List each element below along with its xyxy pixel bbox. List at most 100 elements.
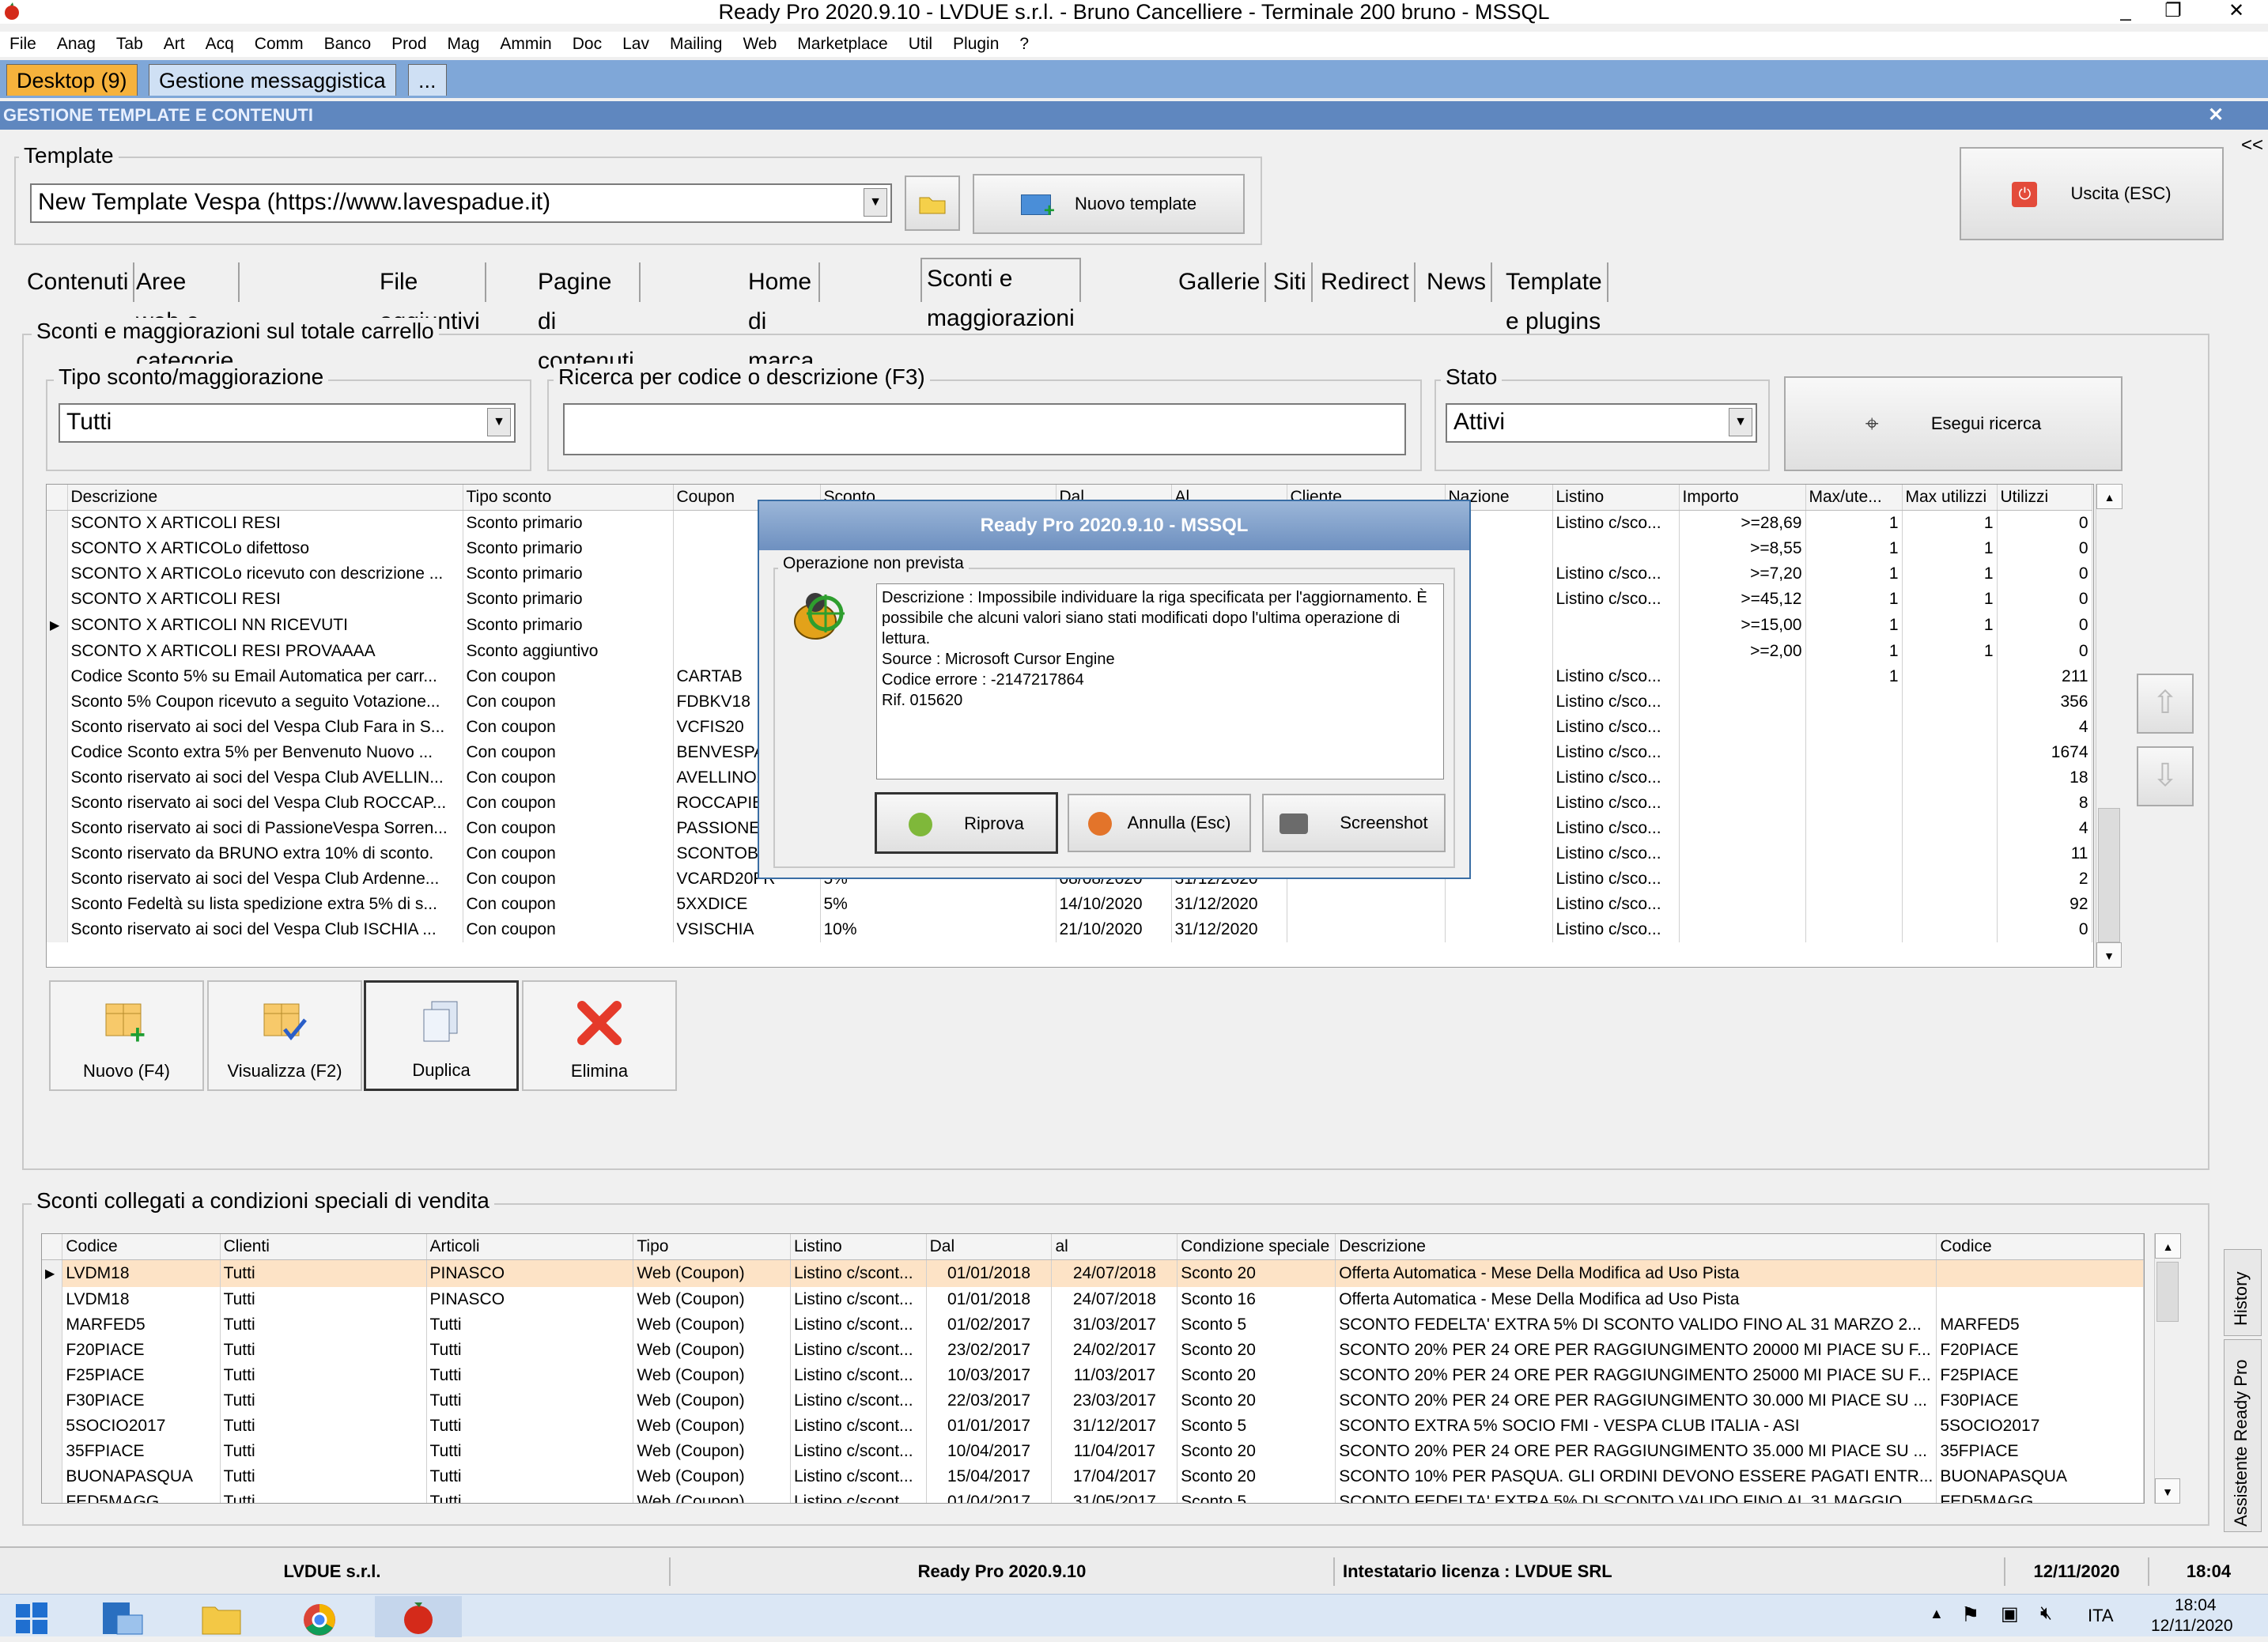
row-marker[interactable] xyxy=(47,740,68,765)
col-utilizzi[interactable]: Utilizzi xyxy=(1997,485,2092,511)
special-scrollbar[interactable]: ▲ ▼ xyxy=(2154,1233,2181,1504)
row-marker[interactable] xyxy=(47,510,68,536)
row-marker[interactable]: ▶ xyxy=(42,1259,63,1287)
template-select[interactable]: New Template Vespa (https://www.lavespad… xyxy=(30,183,892,223)
menu-marketplace[interactable]: Marketplace xyxy=(788,32,898,57)
row-marker[interactable] xyxy=(47,639,68,664)
col-condizione-speciale[interactable]: Condizione speciale xyxy=(1177,1234,1336,1260)
maximize-button[interactable]: ❐ xyxy=(2151,0,2195,24)
col-max-utente[interactable]: Max/ute... xyxy=(1805,485,1903,511)
type-filter-select[interactable]: Tutti ▼ xyxy=(59,403,516,443)
cancel-button[interactable]: Annulla (Esc) xyxy=(1068,794,1251,852)
row-marker[interactable] xyxy=(47,664,68,689)
history-tab[interactable]: History xyxy=(2224,1249,2262,1336)
menu-web[interactable]: Web xyxy=(733,32,788,57)
col-dal[interactable]: Dal xyxy=(926,1234,1053,1260)
exit-button[interactable]: ⏻ Uscita (ESC) xyxy=(1960,147,2224,240)
special-row[interactable]: BUONAPASQUA Tutti Tutti Web (Coupon) Listino… xyxy=(42,1464,2144,1489)
menu-prod[interactable]: Prod xyxy=(382,32,437,57)
tab-news[interactable]: News xyxy=(1422,262,1493,302)
server-manager-icon[interactable] xyxy=(98,1599,146,1637)
search-button[interactable]: ⌖ Esegui ricerca xyxy=(1784,376,2122,471)
tab-file-aggiuntivi[interactable]: File aggiuntivi xyxy=(375,262,486,334)
menu-lav[interactable]: Lav xyxy=(613,32,660,57)
scroll-down-icon[interactable]: ▼ xyxy=(2096,942,2122,968)
ready-pro-task-icon[interactable] xyxy=(375,1596,462,1637)
menu-comm[interactable]: Comm xyxy=(245,32,315,57)
tab-home-marca[interactable]: Home di marca xyxy=(743,262,821,374)
col-descrizione[interactable]: Descrizione xyxy=(1335,1234,1937,1260)
chevron-down-icon[interactable]: ▼ xyxy=(487,408,511,436)
retry-button[interactable]: Riprova xyxy=(875,792,1058,854)
tab-gestione-messaggistica[interactable]: Gestione messaggistica xyxy=(149,64,396,96)
col-clienti[interactable]: Clienti xyxy=(220,1234,427,1260)
chevron-down-icon[interactable]: ▼ xyxy=(864,188,887,217)
col-articoli[interactable]: Articoli xyxy=(426,1234,634,1260)
col-max-utilizzi[interactable]: Max utilizzi xyxy=(1902,485,1998,511)
tray-chevron-icon[interactable]: ▲ xyxy=(1930,1606,1944,1622)
scroll-up-icon[interactable]: ▲ xyxy=(2155,1233,2181,1259)
special-row[interactable]: 5SOCIO2017 Tutti Tutti Web (Coupon) Listino … xyxy=(42,1414,2144,1439)
row-marker[interactable] xyxy=(47,816,68,841)
special-row[interactable]: FED5MAGG Tutti Tutti Web (Coupon) Listino c/… xyxy=(42,1489,2144,1503)
special-row[interactable]: F30PIACE Tutti Tutti Web (Coupon) Listino c/… xyxy=(42,1388,2144,1414)
tab-gallerie[interactable]: Gallerie xyxy=(1174,262,1267,302)
volume-muted-icon[interactable]: 🔇︎ xyxy=(2040,1602,2052,1625)
chevron-down-icon[interactable]: ▼ xyxy=(1729,408,1752,436)
screenshot-button[interactable]: Screenshot xyxy=(1262,794,1446,852)
row-marker[interactable] xyxy=(47,587,68,612)
menu-banco[interactable]: Banco xyxy=(315,32,383,57)
discount-row[interactable]: Sconto Fedeltà su lista spedizione extra… xyxy=(47,892,2092,917)
tab-sconti-maggiorazioni[interactable]: Sconti e maggiorazioni xyxy=(920,258,1081,331)
row-marker[interactable] xyxy=(47,892,68,917)
row-marker[interactable] xyxy=(42,1363,63,1388)
windows-start-icon[interactable] xyxy=(16,1602,47,1634)
move-up-button[interactable]: ⇧ xyxy=(2137,674,2194,734)
row-marker[interactable] xyxy=(47,791,68,816)
tab-aree-web[interactable]: Aree web e categorie xyxy=(131,262,240,374)
scroll-down-icon[interactable]: ▼ xyxy=(2155,1478,2180,1504)
new-template-button[interactable]: + Nuovo template xyxy=(973,174,1245,234)
tab-more[interactable]: ... xyxy=(408,64,447,96)
tab-pagine-contenuti[interactable]: Pagine di contenuti xyxy=(533,262,641,374)
menu-tab[interactable]: Tab xyxy=(107,32,154,57)
view-button[interactable]: Visualizza (F2) xyxy=(207,980,362,1091)
tab-contenuti[interactable]: Contenuti xyxy=(22,262,135,302)
row-marker[interactable] xyxy=(47,561,68,587)
menu-mailing[interactable]: Mailing xyxy=(660,32,734,57)
search-input[interactable] xyxy=(563,403,1406,455)
special-row[interactable]: F25PIACE Tutti Tutti Web (Coupon) Listino c/… xyxy=(42,1363,2144,1388)
side-panel-toggle[interactable]: << xyxy=(2236,130,2268,161)
row-marker[interactable] xyxy=(47,841,68,866)
new-button[interactable]: + Nuovo (F4) xyxy=(49,980,204,1091)
row-marker[interactable] xyxy=(42,1489,63,1503)
row-marker[interactable] xyxy=(47,866,68,892)
close-window-button[interactable]: ✕ xyxy=(2214,0,2259,24)
row-marker[interactable] xyxy=(47,765,68,791)
special-row[interactable]: 35FPIACE Tutti Tutti Web (Coupon) Listino c/… xyxy=(42,1439,2144,1464)
open-folder-button[interactable] xyxy=(905,176,960,231)
col-tipo-sconto[interactable]: Tipo sconto xyxy=(463,485,674,511)
scroll-thumb[interactable] xyxy=(2156,1262,2179,1322)
special-row[interactable]: F20PIACE Tutti Tutti Web (Coupon) Listino c/… xyxy=(42,1338,2144,1363)
tab-redirect[interactable]: Redirect xyxy=(1316,262,1416,302)
discounts-scrollbar[interactable]: ▲ ▼ xyxy=(2096,484,2122,968)
minimize-button[interactable]: _ xyxy=(2104,0,2148,24)
discount-row[interactable]: Sconto riservato ai soci del Vespa Club … xyxy=(47,917,2092,942)
row-marker[interactable] xyxy=(42,1287,63,1312)
menu-file[interactable]: File xyxy=(0,32,47,57)
special-row[interactable]: MARFED5 Tutti Tutti Web (Coupon) Listino c/s… xyxy=(42,1312,2144,1338)
scroll-up-icon[interactable]: ▲ xyxy=(2096,484,2122,509)
row-marker[interactable] xyxy=(47,536,68,561)
tab-template-plugins[interactable]: Template e plugins xyxy=(1501,262,1608,334)
col-importo[interactable]: Importo xyxy=(1679,485,1806,511)
col-descrizione[interactable]: Descrizione xyxy=(67,485,463,511)
row-marker[interactable] xyxy=(42,1439,63,1464)
row-marker[interactable] xyxy=(42,1312,63,1338)
menu-plugin[interactable]: Plugin xyxy=(943,32,1010,57)
menu-doc[interactable]: Doc xyxy=(563,32,613,57)
assistente-tab[interactable]: Assistente Ready Pro xyxy=(2224,1339,2262,1532)
col-al[interactable]: al xyxy=(1051,1234,1178,1260)
special-row[interactable]: ▶ LVDM18 Tutti PINASCO Web (Coupon) Listino c… xyxy=(42,1259,2144,1287)
scroll-thumb[interactable] xyxy=(2098,808,2120,942)
